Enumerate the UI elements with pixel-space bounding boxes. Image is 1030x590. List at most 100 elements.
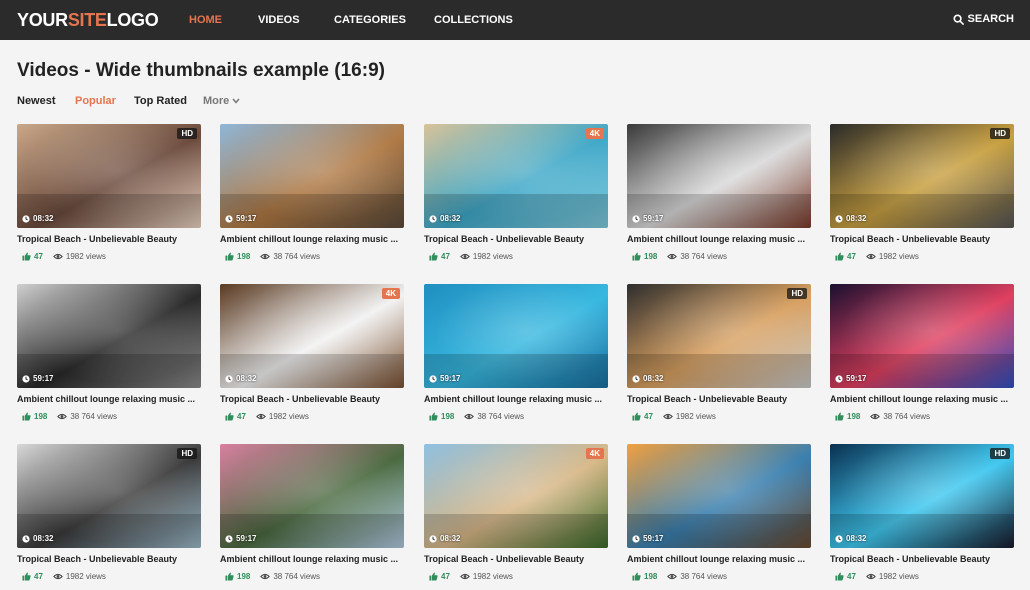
- video-thumbnail[interactable]: HD 08:32: [627, 284, 811, 388]
- tab-popular[interactable]: Popular: [75, 95, 116, 107]
- video-title[interactable]: Tropical Beach - Unbelievable Beauty: [17, 554, 201, 564]
- eye-icon: [460, 253, 470, 260]
- video-thumbnail[interactable]: HD 08:32: [17, 444, 201, 548]
- video-card[interactable]: 59:17 Ambient chillout lounge relaxing mu…: [220, 124, 404, 274]
- views-text: 1982 views: [65, 572, 106, 581]
- video-thumbnail[interactable]: HD 08:32: [17, 124, 201, 228]
- views-text: 38 764 views: [273, 572, 321, 581]
- video-card[interactable]: 59:17 Ambient chillout lounge relaxing mu…: [830, 284, 1014, 434]
- nav-home[interactable]: HOME: [189, 14, 222, 26]
- video-card[interactable]: HD 08:32 Tropical Beach - Unbelievable Bea…: [830, 124, 1014, 274]
- video-meta: 198 38 764 views: [225, 252, 320, 261]
- eye-icon: [53, 253, 63, 260]
- views-text: 1982 views: [878, 252, 919, 261]
- video-card[interactable]: HD 08:32 Tropical Beach - Unbelievable Bea…: [17, 124, 201, 274]
- video-card[interactable]: HD 08:32 Tropical Beach - Unbelievable Bea…: [830, 444, 1014, 590]
- search-button[interactable]: SEARCH: [953, 13, 1014, 25]
- video-card[interactable]: 59:17 Ambient chillout lounge relaxing mu…: [424, 284, 608, 434]
- video-thumbnail[interactable]: 59:17: [627, 124, 811, 228]
- video-card[interactable]: HD 08:32 Tropical Beach - Unbelievable Bea…: [17, 444, 201, 590]
- thumbs-up-icon: [225, 252, 234, 261]
- video-card[interactable]: 59:17 Ambient chillout lounge relaxing mu…: [627, 444, 811, 590]
- duration-text: 59:17: [643, 214, 664, 223]
- video-duration: 59:17: [225, 534, 256, 543]
- video-duration: 59:17: [22, 374, 53, 383]
- video-title[interactable]: Tropical Beach - Unbelievable Beauty: [830, 234, 1014, 244]
- views-count: 38 764 views: [260, 252, 320, 261]
- eye-icon: [866, 253, 876, 260]
- tab-top-rated[interactable]: Top Rated: [134, 95, 187, 107]
- likes-count: 198: [632, 252, 657, 261]
- clock-icon: [225, 214, 233, 223]
- video-thumbnail[interactable]: 59:17: [424, 284, 608, 388]
- thumbs-up-icon: [22, 252, 31, 261]
- video-title[interactable]: Tropical Beach - Unbelievable Beauty: [627, 394, 811, 404]
- eye-icon: [866, 573, 876, 580]
- thumbnail-image: [424, 284, 608, 388]
- video-title[interactable]: Ambient chillout lounge relaxing music .…: [17, 394, 201, 404]
- video-thumbnail[interactable]: 59:17: [830, 284, 1014, 388]
- video-thumbnail[interactable]: 59:17: [627, 444, 811, 548]
- duration-text: 08:32: [33, 534, 54, 543]
- views-count: 38 764 views: [667, 572, 727, 581]
- video-card[interactable]: 59:17 Ambient chillout lounge relaxing mu…: [17, 284, 201, 434]
- video-card[interactable]: 4K 08:32 Tropical Beach - Unbelievable Bea…: [424, 124, 608, 274]
- video-card[interactable]: 4K 08:32 Tropical Beach - Unbelievable Bea…: [424, 444, 608, 590]
- video-meta: 47 1982 views: [835, 252, 919, 261]
- video-thumbnail[interactable]: 4K 08:32: [424, 444, 608, 548]
- video-meta: 47 1982 views: [429, 252, 513, 261]
- nav-collections[interactable]: COLLECTIONS: [434, 14, 513, 26]
- likes-count: 47: [429, 572, 450, 581]
- likes-count: 47: [22, 572, 43, 581]
- video-duration: 08:32: [835, 534, 866, 543]
- video-title[interactable]: Ambient chillout lounge relaxing music .…: [627, 234, 811, 244]
- thumbs-up-icon: [835, 572, 844, 581]
- clock-icon: [429, 534, 437, 543]
- video-card[interactable]: HD 08:32 Tropical Beach - Unbelievable Bea…: [627, 284, 811, 434]
- thumbs-up-icon: [22, 412, 31, 421]
- site-logo[interactable]: YOURSITELOGO: [17, 10, 159, 31]
- video-title[interactable]: Tropical Beach - Unbelievable Beauty: [424, 554, 608, 564]
- views-text: 38 764 views: [680, 252, 728, 261]
- tab-more[interactable]: More: [203, 95, 240, 107]
- likes-text: 198: [441, 412, 455, 421]
- video-duration: 08:32: [429, 534, 460, 543]
- views-text: 38 764 views: [70, 412, 118, 421]
- video-thumbnail[interactable]: HD 08:32: [830, 444, 1014, 548]
- nav-categories[interactable]: CATEGORIES: [334, 14, 406, 26]
- video-title[interactable]: Tropical Beach - Unbelievable Beauty: [220, 394, 404, 404]
- video-card[interactable]: 59:17 Ambient chillout lounge relaxing mu…: [220, 444, 404, 590]
- video-title[interactable]: Ambient chillout lounge relaxing music .…: [627, 554, 811, 564]
- video-card[interactable]: 4K 08:32 Tropical Beach - Unbelievable Bea…: [220, 284, 404, 434]
- video-thumbnail[interactable]: 4K 08:32: [220, 284, 404, 388]
- duration-text: 08:32: [440, 214, 461, 223]
- video-title[interactable]: Tropical Beach - Unbelievable Beauty: [17, 234, 201, 244]
- likes-count: 198: [225, 252, 250, 261]
- duration-text: 59:17: [643, 534, 664, 543]
- video-thumbnail[interactable]: 59:17: [220, 444, 404, 548]
- video-title[interactable]: Tropical Beach - Unbelievable Beauty: [830, 554, 1014, 564]
- video-title[interactable]: Tropical Beach - Unbelievable Beauty: [424, 234, 608, 244]
- tab-newest[interactable]: Newest: [17, 95, 56, 107]
- likes-text: 198: [237, 252, 251, 261]
- video-card[interactable]: 59:17 Ambient chillout lounge relaxing mu…: [627, 124, 811, 274]
- eye-icon: [53, 573, 63, 580]
- thumbs-up-icon: [429, 252, 438, 261]
- tab-more-label: More: [203, 95, 230, 107]
- video-thumbnail[interactable]: 4K 08:32: [424, 124, 608, 228]
- video-title[interactable]: Ambient chillout lounge relaxing music .…: [830, 394, 1014, 404]
- video-meta: 47 1982 views: [22, 252, 106, 261]
- nav-videos[interactable]: VIDEOS: [258, 14, 300, 26]
- video-title[interactable]: Ambient chillout lounge relaxing music .…: [220, 554, 404, 564]
- clock-icon: [835, 534, 843, 543]
- video-title[interactable]: Ambient chillout lounge relaxing music .…: [220, 234, 404, 244]
- thumbnail-image: [830, 444, 1014, 548]
- video-title[interactable]: Ambient chillout lounge relaxing music .…: [424, 394, 608, 404]
- thumbs-up-icon: [835, 252, 844, 261]
- thumbs-up-icon: [632, 252, 641, 261]
- clock-icon: [22, 534, 30, 543]
- video-thumbnail[interactable]: HD 08:32: [830, 124, 1014, 228]
- video-thumbnail[interactable]: 59:17: [17, 284, 201, 388]
- video-thumbnail[interactable]: 59:17: [220, 124, 404, 228]
- thumbnail-image: [424, 124, 608, 228]
